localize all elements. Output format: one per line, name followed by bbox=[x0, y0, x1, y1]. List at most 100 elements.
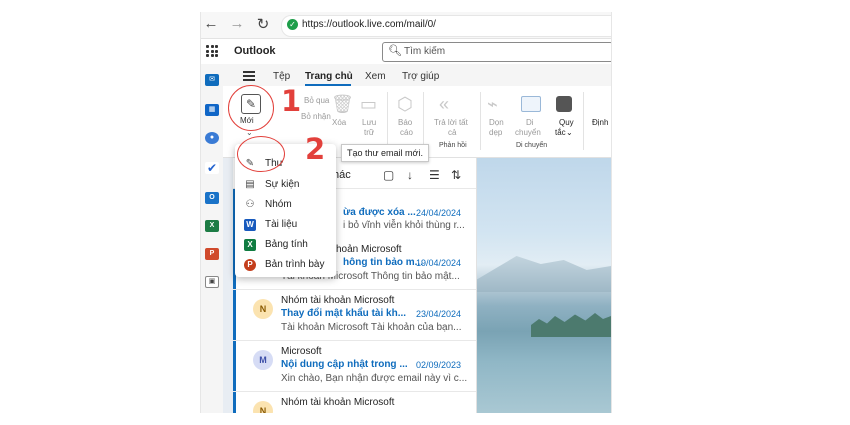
search-icon: 🔍︎ bbox=[388, 45, 402, 57]
message-row[interactable]: N Nhóm tài khoản Microsoft Thay đổi mật … bbox=[233, 290, 476, 341]
back-button[interactable]: ← bbox=[201, 15, 221, 32]
select-icon[interactable]: ▢ bbox=[383, 168, 394, 182]
annotation-circle-new bbox=[228, 85, 274, 131]
group-icon: ⚇ bbox=[245, 199, 255, 210]
message-sender: Nhóm tài khoản Microsoft bbox=[281, 295, 395, 306]
word-icon: W bbox=[244, 219, 256, 231]
rules-label-2: tắc bbox=[555, 128, 566, 137]
excel-app-icon[interactable]: X bbox=[205, 220, 219, 232]
move-icon[interactable] bbox=[521, 96, 541, 112]
ribbon-separator bbox=[480, 92, 481, 150]
ribbon-separator bbox=[583, 92, 584, 150]
mail-icon[interactable]: ✉ bbox=[205, 74, 219, 86]
rules-label[interactable]: Quy bbox=[559, 118, 574, 127]
menu-item-label: Tài liệu bbox=[265, 219, 298, 230]
screenshot-frame: ← → ↻ ✓ https://outlook.live.com/mail/0/… bbox=[200, 12, 612, 413]
message-row[interactable]: N Nhóm tài khoản Microsoft bbox=[233, 392, 476, 413]
move-label-2: chuyển bbox=[515, 128, 541, 137]
powerpoint-icon: P bbox=[244, 259, 256, 271]
delete-label: Xóa bbox=[332, 118, 347, 127]
message-preview: Tài khoản Microsoft Tài khoản của bạn... bbox=[281, 322, 462, 333]
secure-lock-icon: ✓ bbox=[287, 19, 298, 30]
filter-icon[interactable]: ☰ bbox=[429, 168, 440, 182]
search-placeholder: Tìm kiếm bbox=[404, 46, 446, 57]
message-date: 24/04/2024 bbox=[416, 208, 462, 218]
message-sender: Microsoft bbox=[281, 346, 322, 357]
report-label: Báo bbox=[398, 118, 413, 127]
menu-item-label: Bảng tính bbox=[265, 239, 308, 250]
menu-item-group[interactable]: ⚇ Nhóm bbox=[235, 195, 336, 215]
archive-label: Lưu bbox=[362, 118, 377, 127]
message-subject: hông tin bảo m... bbox=[343, 257, 423, 268]
ribbon-separator bbox=[423, 92, 424, 150]
people-icon[interactable]: ● bbox=[205, 132, 219, 144]
sweep-label: Dọn bbox=[489, 118, 504, 127]
tab-home[interactable]: Trang chủ bbox=[305, 71, 353, 82]
annotation-step-1: 1 bbox=[281, 84, 302, 118]
move-label: Di bbox=[526, 118, 534, 127]
powerpoint-app-icon[interactable]: P bbox=[205, 248, 219, 260]
app-name: Outlook bbox=[234, 45, 276, 57]
menu-item-label: Sự kiện bbox=[265, 179, 300, 190]
calendar-icon: ▤ bbox=[245, 179, 255, 190]
annotation-circle-mail bbox=[237, 136, 285, 172]
message-subject: Nội dung cập nhật trong ... bbox=[281, 359, 408, 370]
message-date: 23/04/2024 bbox=[416, 309, 462, 319]
sort-icon[interactable]: ⇅ bbox=[451, 168, 461, 182]
report-label-2: cáo bbox=[400, 128, 413, 137]
menu-item-event[interactable]: ▤ Sự kiện bbox=[235, 175, 336, 195]
sort-direction-icon[interactable]: ↓ bbox=[407, 168, 413, 182]
tab-help[interactable]: Trợ giúp bbox=[402, 71, 439, 82]
todo-icon[interactable]: ✔ bbox=[205, 162, 219, 174]
categorize-label[interactable]: Định bbox=[592, 118, 608, 127]
message-sender: hoản Microsoft bbox=[336, 244, 402, 255]
ribbon-separator bbox=[387, 92, 388, 150]
menu-item-spreadsheet[interactable]: X Bảng tính bbox=[235, 235, 336, 255]
archive-icon[interactable]: ▭ bbox=[360, 94, 377, 115]
tooltip: Tạo thư email mới. bbox=[341, 144, 429, 162]
reply-all-label: Trả lời tất bbox=[434, 118, 468, 127]
url-text: https://outlook.live.com/mail/0/ bbox=[302, 19, 436, 30]
avatar: M bbox=[253, 350, 273, 370]
left-rail bbox=[201, 64, 223, 413]
forward-button[interactable]: → bbox=[227, 15, 247, 32]
tab-file[interactable]: Tệp bbox=[273, 71, 290, 82]
move-group-label: Di chuyển bbox=[516, 142, 548, 149]
calendar-app-icon[interactable]: ▦ bbox=[205, 104, 219, 116]
unread-indicator bbox=[233, 341, 236, 391]
archive-label-2: trữ bbox=[364, 128, 375, 137]
sweep-icon[interactable]: ⌁ bbox=[487, 94, 498, 115]
menu-item-presentation[interactable]: P Bản trình bày bbox=[235, 255, 336, 275]
annotation-step-2: 2 bbox=[305, 132, 326, 166]
sweep-label-2: dẹp bbox=[489, 128, 503, 137]
ignore-label: Bỏ qua bbox=[304, 96, 330, 105]
rules-dropdown-chevron-icon[interactable]: ⌄ bbox=[566, 128, 573, 137]
unread-indicator bbox=[233, 290, 236, 340]
respond-group-label: Phản hồi bbox=[439, 142, 467, 149]
report-icon[interactable]: ⬡ bbox=[397, 94, 413, 115]
avatar: N bbox=[253, 401, 273, 413]
unread-indicator bbox=[233, 392, 236, 413]
active-tab-indicator bbox=[305, 84, 351, 86]
message-subject: Thay đổi mật khẩu tài kh... bbox=[281, 308, 407, 319]
menu-item-document[interactable]: W Tài liệu bbox=[235, 215, 336, 235]
hamburger-menu-icon[interactable] bbox=[243, 71, 255, 83]
message-date: 19/04/2024 bbox=[416, 258, 462, 268]
tab-view[interactable]: Xem bbox=[365, 71, 386, 82]
rules-icon[interactable] bbox=[556, 96, 572, 112]
reply-all-icon[interactable]: « bbox=[439, 94, 449, 115]
more-apps-icon[interactable]: ▣ bbox=[205, 276, 219, 288]
message-subject: ừa được xóa ... bbox=[343, 207, 416, 218]
avatar: N bbox=[253, 299, 273, 319]
message-row[interactable]: M Microsoft Nội dung cập nhật trong ... … bbox=[233, 341, 476, 392]
message-date: 02/09/2023 bbox=[416, 360, 462, 370]
message-preview: Xin chào, Bạn nhận được email này vì c..… bbox=[281, 373, 468, 384]
reload-button[interactable]: ↻ bbox=[253, 15, 273, 33]
outlook-app-icon[interactable]: O bbox=[205, 192, 219, 204]
delete-icon[interactable]: 🗑︎ bbox=[331, 94, 354, 115]
message-sender: Nhóm tài khoản Microsoft bbox=[281, 397, 395, 408]
app-launcher-icon[interactable] bbox=[206, 45, 218, 57]
message-preview: i bỏ vĩnh viễn khỏi thùng r... bbox=[343, 220, 465, 231]
excel-icon: X bbox=[244, 239, 256, 251]
reply-all-label-2: cả bbox=[448, 128, 457, 137]
